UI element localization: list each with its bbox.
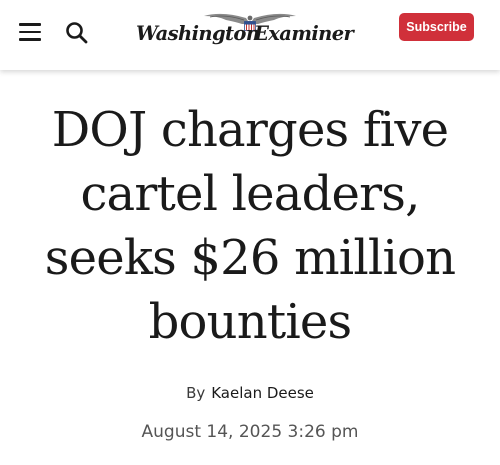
menu-line <box>19 38 41 41</box>
publish-date: August 14, 2025 3:26 pm <box>141 422 359 442</box>
menu-line <box>19 30 41 34</box>
article-byline: By Kaelan Deese <box>0 384 500 402</box>
article-headline: DOJ charges five cartel leaders, seeks $… <box>44 102 456 350</box>
site-header: Washington Examiner Subscribe <box>0 0 500 70</box>
subscribe-button[interactable]: Subscribe <box>399 13 474 41</box>
site-logo[interactable]: Washington Examiner <box>136 10 364 50</box>
logo-word-washington: Washington <box>136 22 260 45</box>
search-icon[interactable] <box>64 20 90 46</box>
author-link[interactable]: Kaelan Deese <box>211 384 314 402</box>
logo-word-examiner: Examiner <box>254 22 354 45</box>
menu-line <box>19 23 41 26</box>
byline-prefix: By <box>186 384 206 402</box>
hamburger-menu-icon[interactable] <box>19 20 45 44</box>
